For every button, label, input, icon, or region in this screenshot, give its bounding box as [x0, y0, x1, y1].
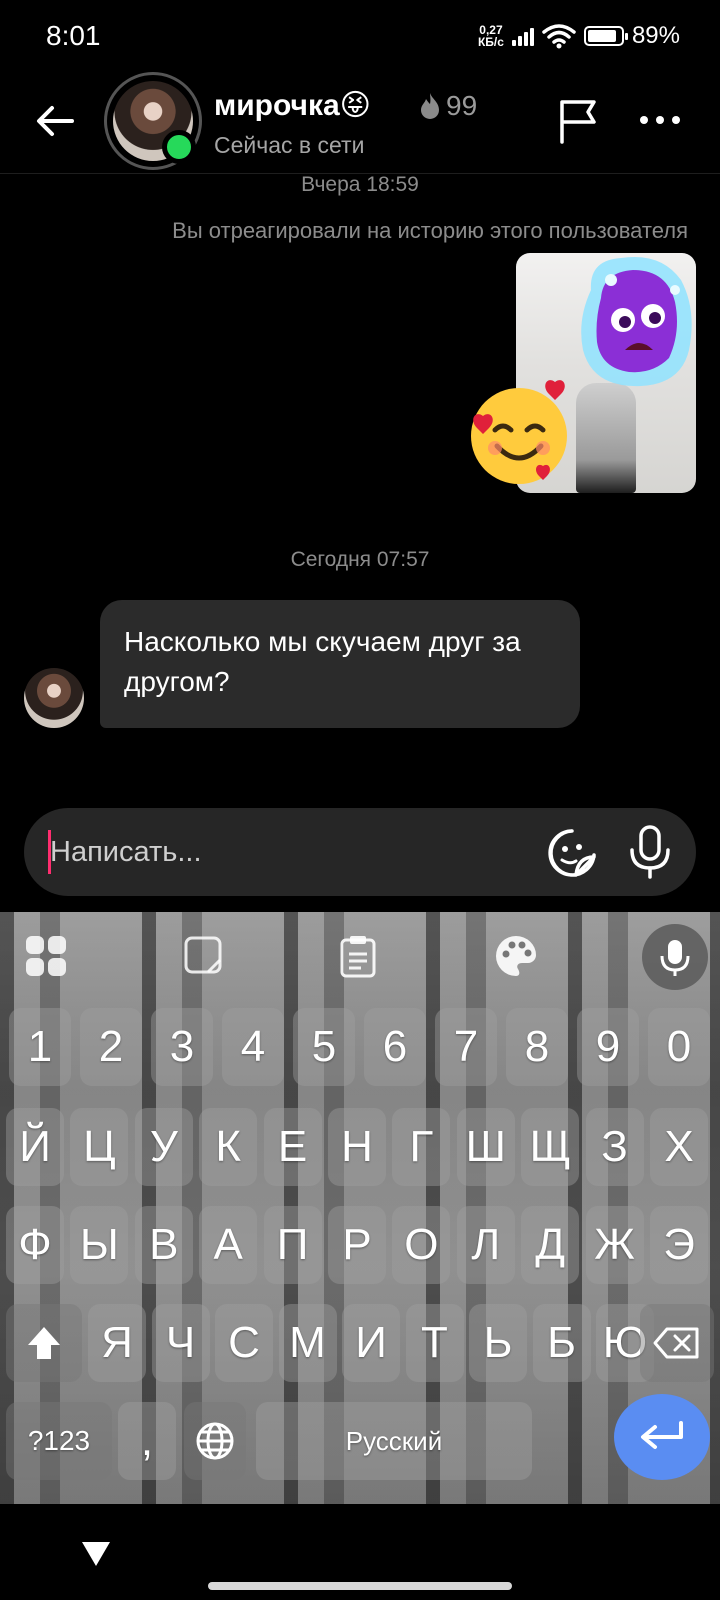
letter-key[interactable]: Х: [650, 1108, 708, 1186]
system-navigation-bar: [0, 1504, 720, 1600]
network-speed: 0,27 КБ/с: [478, 24, 504, 48]
smiling-face-with-hearts-icon: [471, 380, 567, 484]
wifi-icon: [542, 24, 576, 49]
symbols-key[interactable]: ?123: [6, 1402, 112, 1480]
letter-key[interactable]: Щ: [521, 1108, 580, 1186]
letter-key[interactable]: Д: [521, 1206, 580, 1284]
flame-icon: [421, 93, 439, 119]
date-separator-yesterday: Вчера 18:59: [301, 173, 419, 196]
letter-key[interactable]: С: [215, 1304, 273, 1382]
sender-avatar[interactable]: [24, 668, 84, 728]
hide-keyboard-icon[interactable]: [80, 1540, 112, 1568]
sticker-frozen-face: [581, 256, 692, 387]
letter-key[interactable]: З: [585, 1108, 644, 1186]
keyboard-toolbar: [0, 912, 720, 1000]
keyboard-microphone-icon: [660, 940, 690, 976]
battery-icon: [583, 26, 628, 46]
letter-key[interactable]: Ш: [456, 1108, 515, 1186]
letter-key[interactable]: Л: [456, 1206, 515, 1284]
letter-key[interactable]: Ы: [70, 1206, 129, 1284]
letter-key[interactable]: О: [392, 1206, 451, 1284]
letter-key[interactable]: Э: [650, 1206, 708, 1284]
letter-key[interactable]: Ж: [585, 1206, 644, 1284]
letter-key[interactable]: У: [134, 1108, 193, 1186]
letter-key[interactable]: М: [278, 1304, 337, 1382]
letter-key[interactable]: И: [342, 1304, 400, 1382]
backspace-key[interactable]: [640, 1304, 714, 1382]
letter-key[interactable]: В: [134, 1206, 193, 1284]
message-input[interactable]: [50, 808, 550, 896]
back-arrow-icon[interactable]: [30, 96, 80, 146]
enter-key[interactable]: [614, 1394, 710, 1480]
network-speed-unit: КБ/с: [477, 35, 504, 49]
letter-key[interactable]: Й: [6, 1108, 64, 1186]
message-composer: [24, 808, 696, 896]
digit-key[interactable]: 9: [577, 1008, 639, 1086]
letter-key[interactable]: Б: [532, 1304, 591, 1382]
digit-key[interactable]: 7: [435, 1008, 497, 1086]
globe-icon: [196, 1422, 234, 1460]
digit-key[interactable]: 8: [506, 1008, 568, 1086]
enter-arrow-icon: [641, 1421, 683, 1449]
incoming-message-bubble[interactable]: Насколько мы скучаем друг за другом?: [100, 600, 580, 728]
digit-key[interactable]: 2: [80, 1008, 142, 1086]
digit-key[interactable]: 6: [364, 1008, 426, 1086]
voice-input-button[interactable]: [642, 924, 708, 990]
report-flag-icon[interactable]: [556, 96, 602, 146]
digit-key[interactable]: 0: [648, 1008, 710, 1086]
clipboard-icon[interactable]: [334, 932, 382, 980]
presence-status: Сейчас в сети: [214, 132, 365, 158]
letter-key[interactable]: Ь: [469, 1304, 527, 1382]
chat-header: мирочка😝 99 Сейчас в сети: [0, 70, 720, 174]
digit-key[interactable]: 3: [151, 1008, 213, 1086]
contact-name[interactable]: мирочка😝: [214, 88, 371, 123]
letter-key[interactable]: Т: [405, 1304, 464, 1382]
apps-grid-icon[interactable]: [22, 932, 70, 980]
letter-key[interactable]: Я: [88, 1304, 146, 1382]
home-gesture-bar[interactable]: [208, 1582, 512, 1590]
letter-key[interactable]: Н: [328, 1108, 386, 1186]
date-separator-today: Сегодня 07:57: [290, 548, 430, 571]
letter-key[interactable]: К: [199, 1108, 258, 1186]
digit-key[interactable]: 1: [9, 1008, 71, 1086]
letter-key[interactable]: П: [263, 1206, 322, 1284]
status-indicators: 0,27 КБ/с 89%: [478, 22, 680, 50]
letter-key[interactable]: Ч: [151, 1304, 210, 1382]
letter-key[interactable]: Ф: [6, 1206, 64, 1284]
cell-signal-icon: [511, 26, 534, 46]
letter-key[interactable]: Р: [328, 1206, 386, 1284]
language-switch-key[interactable]: [184, 1402, 246, 1480]
microphone-icon[interactable]: [628, 824, 672, 880]
status-bar: 8:01 0,27 КБ/с 89%: [0, 0, 720, 78]
on-screen-keyboard: 1234567890 ЙЦУКЕНГШЩЗХ ФЫВАПРОЛДЖЭ ЯЧСМИТЬБ…: [0, 912, 720, 1504]
letter-key[interactable]: Г: [392, 1108, 451, 1186]
sticker-icon[interactable]: [546, 827, 598, 879]
streak-badge: 99: [418, 90, 477, 122]
sticker-keyboard-icon[interactable]: [180, 932, 228, 980]
digit-key[interactable]: 5: [293, 1008, 355, 1086]
story-reaction-note: Вы отреагировали на историю этого пользо…: [172, 218, 688, 243]
comma-key[interactable]: ,: [118, 1402, 176, 1480]
theme-palette-icon[interactable]: [492, 932, 540, 980]
shift-key[interactable]: [6, 1304, 82, 1382]
streak-count: 99: [446, 90, 478, 121]
shift-arrow-icon: [28, 1327, 60, 1359]
letter-key[interactable]: Ц: [70, 1108, 129, 1186]
status-time: 8:01: [46, 20, 101, 51]
battery-percent: 89%: [631, 22, 680, 49]
more-options-icon[interactable]: [636, 100, 684, 140]
backspace-icon: [653, 1327, 699, 1359]
space-key[interactable]: Русский: [256, 1402, 532, 1480]
online-indicator: [162, 130, 196, 164]
letter-key[interactable]: Е: [263, 1108, 322, 1186]
digit-key[interactable]: 4: [222, 1008, 284, 1086]
letter-key[interactable]: А: [199, 1206, 258, 1284]
story-person-image: [576, 383, 636, 493]
